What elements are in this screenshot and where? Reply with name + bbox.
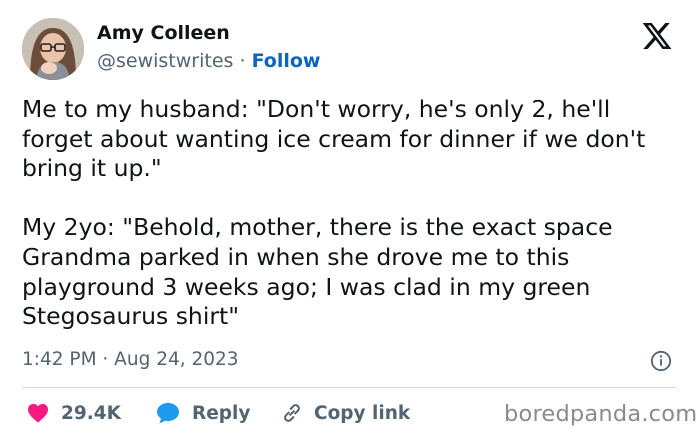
reply-button[interactable]: Reply (156, 402, 250, 424)
x-logo-icon[interactable] (640, 20, 674, 52)
like-button[interactable]: 29.4K (27, 402, 121, 424)
tweet-paragraph: My 2yo: "Behold, mother, there is the ex… (22, 213, 613, 331)
likes-count: 29.4K (61, 402, 121, 424)
link-icon (284, 404, 300, 422)
reply-label: Reply (192, 402, 251, 424)
info-icon[interactable] (650, 350, 672, 372)
author-handle-row: @sewistwrites · Follow (97, 50, 320, 72)
reply-bubble-icon (157, 403, 179, 424)
divider (22, 387, 677, 388)
tweet-timestamp[interactable]: 1:42 PM · Aug 24, 2023 (22, 349, 239, 370)
author-handle[interactable]: @sewistwrites (97, 50, 233, 72)
copy-link-label: Copy link (314, 402, 411, 424)
avatar[interactable] (22, 18, 84, 80)
watermark: boredpanda.com (504, 401, 698, 427)
heart-icon (28, 403, 48, 423)
tweet-paragraph: Me to my husband: "Don't worry, he's onl… (22, 95, 646, 183)
author-name[interactable]: Amy Colleen (97, 22, 230, 44)
follow-button[interactable]: Follow (252, 50, 321, 72)
copy-link-button[interactable]: Copy link (280, 402, 410, 424)
handle-separator: · (233, 50, 252, 72)
tweet-text: Me to my husband: "Don't worry, he's onl… (22, 95, 682, 332)
